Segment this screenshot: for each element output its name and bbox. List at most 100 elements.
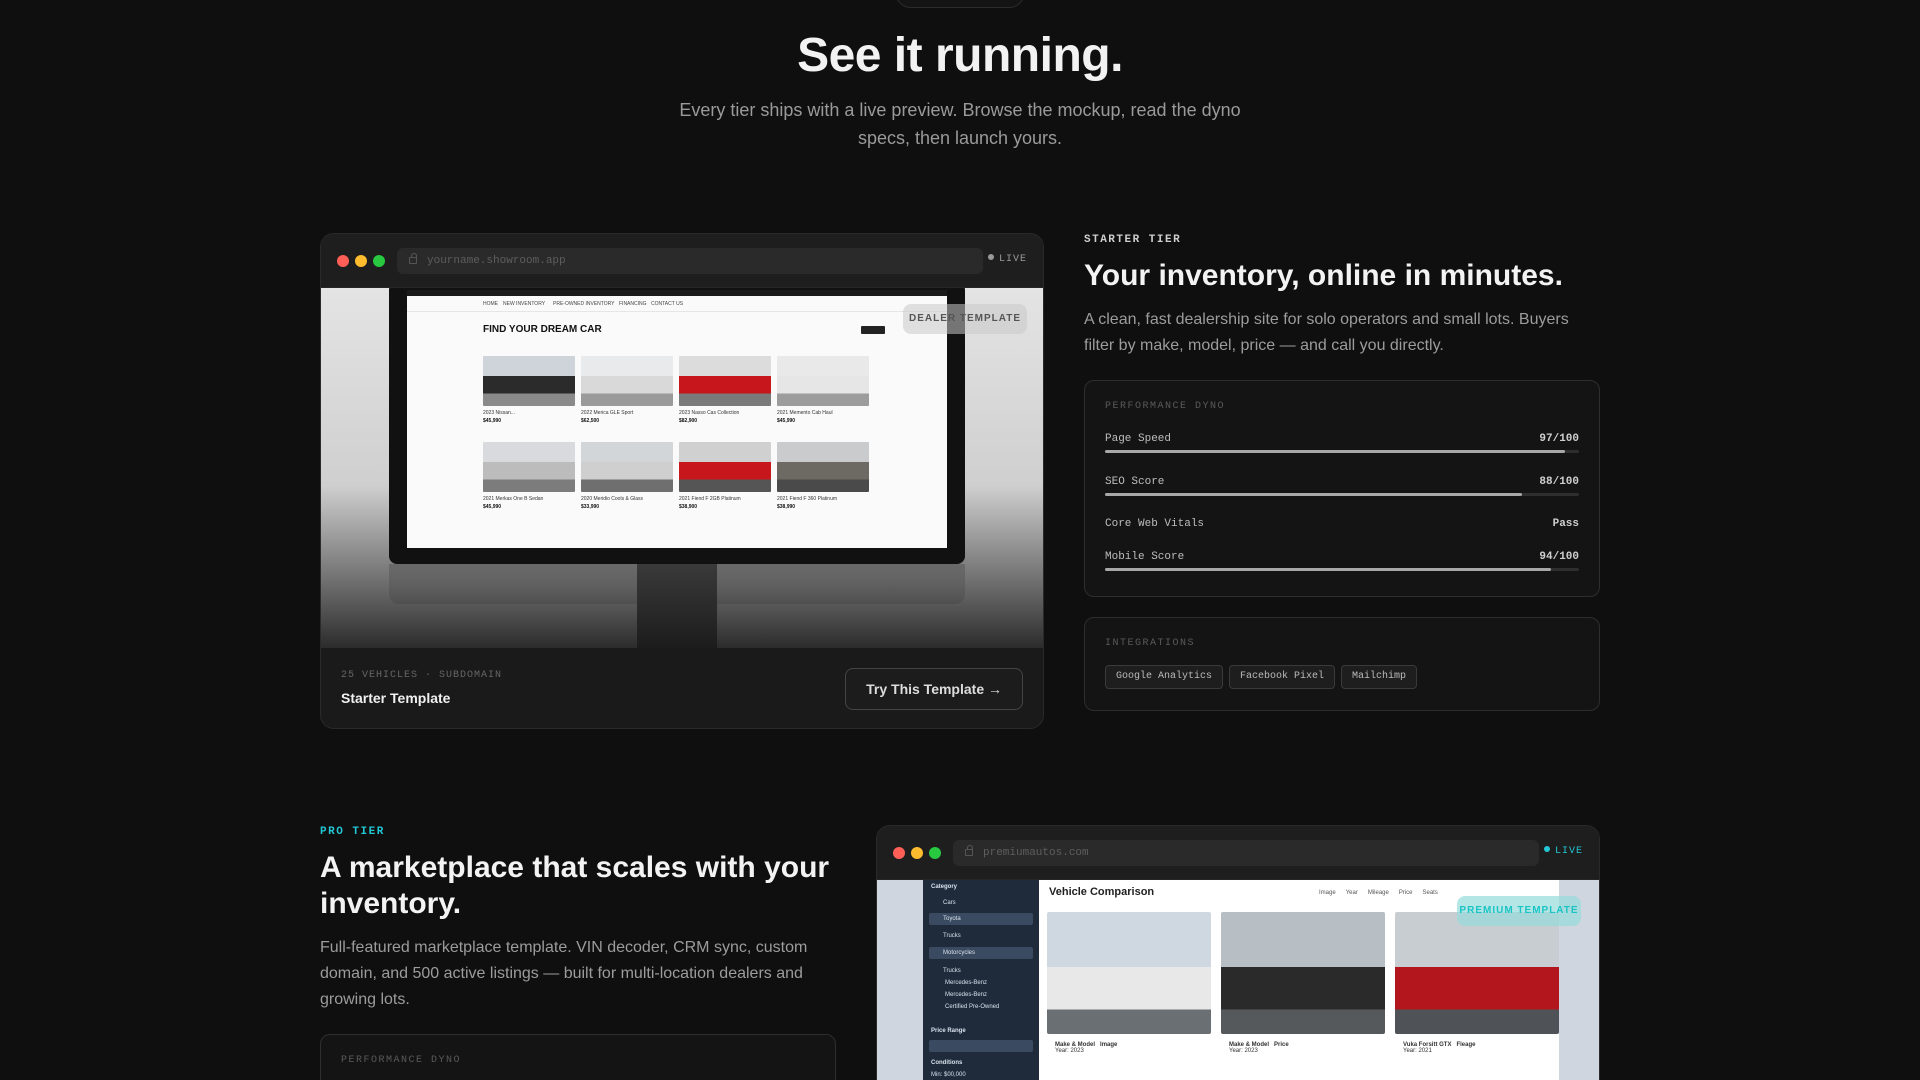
- monitor: HOME NEW INVENTORY PRE-OWNED INVENTORY F…: [389, 288, 965, 564]
- site-nav-item[interactable]: PRE-OWNED INVENTORY: [553, 301, 615, 307]
- site-nav-item[interactable]: NEW INVENTORY: [503, 301, 545, 307]
- spec-field: Fleage: [1456, 1042, 1476, 1048]
- metric-name: Page Speed: [1105, 433, 1172, 445]
- metric-name: SEO Score: [1105, 476, 1165, 488]
- car-listing[interactable]: 2023 Nissan... $45,990: [483, 356, 575, 440]
- pro-description: Full-featured marketplace template. VIN …: [320, 939, 808, 1008]
- sidebar-item[interactable]: Mercedes-Benz: [945, 992, 987, 998]
- maximize-dot-icon: [929, 847, 941, 859]
- url-text: yourname.showroom.app: [427, 255, 566, 267]
- car-image: [679, 442, 771, 492]
- site-nav-item[interactable]: FINANCING: [619, 301, 647, 307]
- car-name: 2021 Memento Cab Haul: [777, 410, 833, 416]
- compare-car-image: [1047, 912, 1211, 1034]
- car-name: 2022 Merica GLE Sport: [581, 410, 634, 416]
- sidebar-item[interactable]: Mercedes-Benz: [945, 980, 987, 986]
- starter-preview[interactable]: HOME NEW INVENTORY PRE-OWNED INVENTORY F…: [321, 288, 1043, 648]
- pro-tab[interactable]: Mileage: [1368, 890, 1389, 896]
- sidebar-item[interactable]: Trucks: [943, 968, 961, 974]
- metric-bar-fill: [1105, 493, 1523, 496]
- integration-chip: Google Analytics: [1105, 665, 1224, 689]
- car-image: [483, 356, 575, 406]
- car-image: [581, 442, 673, 492]
- car-listing[interactable]: 2023 Nasso Cas Collection $82,900: [679, 356, 771, 440]
- pro-tab[interactable]: Year: [1346, 890, 1358, 896]
- integration-chips: Google Analytics Facebook Pixel Mailchimp: [1105, 665, 1423, 689]
- lock-icon: [409, 253, 417, 264]
- sidebar-item[interactable]: Certified Pre-Owned: [945, 1004, 999, 1010]
- spec-field: Image: [1100, 1042, 1118, 1048]
- sidebar-item[interactable]: Cars: [943, 900, 956, 906]
- try-template-button[interactable]: Try This Template →: [845, 668, 1023, 710]
- car-name: 2023 Nasso Cas Collection: [679, 410, 740, 416]
- compare-spec: Make & Model Price Year: 2023: [1229, 1042, 1289, 1054]
- sidebar-item[interactable]: Toyota: [943, 916, 961, 922]
- car-price: $33,990: [581, 504, 600, 510]
- pro-heading: Vehicle Comparison: [1049, 886, 1155, 898]
- premium-template-badge: PREMIUM TEMPLATE: [1457, 896, 1581, 926]
- car-price: $45,990: [483, 418, 502, 424]
- minimize-dot-icon: [355, 255, 367, 267]
- site-nav-item[interactable]: CONTACT US: [651, 301, 683, 307]
- car-listing[interactable]: 2021 Merkas One B Sedan $45,990: [483, 442, 575, 526]
- site-cta-button[interactable]: [861, 326, 885, 334]
- compare-spec: Make & Model Image Year: 2023: [1055, 1042, 1117, 1054]
- compare-spec: Vuka Forsitt GTX Fleage Year: 2021: [1403, 1042, 1475, 1054]
- live-label: LIVE: [998, 254, 1027, 265]
- live-dot-icon: [987, 254, 994, 260]
- metric-value: Pass: [1552, 518, 1579, 530]
- car-image: [777, 442, 869, 492]
- car-image: [483, 442, 575, 492]
- car-listing[interactable]: 2021 Memento Cab Haul $45,990: [777, 356, 869, 440]
- card-footer: 25 VEHICLES · SUBDOMAIN Starter Template…: [321, 648, 1043, 728]
- car-listing[interactable]: 2022 Merica GLE Sport $62,500: [581, 356, 673, 440]
- spec-field: Price: [1274, 1042, 1289, 1048]
- live-indicator: LIVE: [1543, 846, 1583, 857]
- site-heading: FIND YOUR DREAM CAR: [483, 324, 602, 335]
- maximize-dot-icon: [373, 255, 385, 267]
- compare-car-image: [1221, 912, 1385, 1034]
- starter-preview-card: yourname.showroom.app LIVE HOME NEW INVE…: [320, 233, 1044, 729]
- minimize-dot-icon: [911, 847, 923, 859]
- template-meta: 25 VEHICLES · SUBDOMAIN: [341, 670, 503, 681]
- monitor-stand: [637, 564, 717, 648]
- car-listing[interactable]: 2021 Fiend F 2GB Platinum $38,900: [679, 442, 771, 526]
- car-name: 2020 Meridio Cools & Glass: [581, 496, 643, 502]
- template-name: Starter Template: [341, 690, 451, 706]
- pro-tab[interactable]: Seats: [1423, 890, 1438, 896]
- spec-year: Year: 2023: [1229, 1048, 1258, 1054]
- integration-chip: Facebook Pixel: [1229, 665, 1336, 689]
- sidebar-item[interactable]: Motorcycles: [943, 950, 975, 956]
- sidebar-item: Price Range: [931, 1028, 966, 1034]
- metric-bar: [1105, 493, 1579, 496]
- pro-dyno-label: PERFORMANCE DYNO: [341, 1055, 462, 1066]
- template-badge: DEALER TEMPLATE: [903, 304, 1027, 334]
- metric-bar-fill: [1105, 450, 1565, 453]
- starter-tier-label: STARTER TIER: [1084, 234, 1182, 246]
- integrations-panel: INTEGRATIONS Google Analytics Facebook Pi…: [1084, 617, 1600, 711]
- car-price: $62,500: [581, 418, 600, 424]
- site-nav-item[interactable]: HOME: [483, 301, 498, 307]
- url-bar[interactable]: yourname.showroom.app: [397, 248, 983, 274]
- url-bar[interactable]: premiumautos.com: [953, 840, 1539, 866]
- sidebar-row: [929, 1040, 1033, 1052]
- metric-page-speed: Page Speed 97/100: [1105, 433, 1579, 463]
- car-image: [679, 356, 771, 406]
- metric-value: 94/100: [1539, 551, 1579, 563]
- pro-preview[interactable]: Category Cars Toyota Trucks Motorcycles …: [877, 880, 1599, 1080]
- car-price: $45,990: [483, 504, 502, 510]
- car-name: 2021 Merkas One B Sedan: [483, 496, 544, 502]
- browser-chrome: premiumautos.com LIVE: [877, 826, 1599, 880]
- pro-tab[interactable]: Image: [1319, 890, 1336, 896]
- pro-tab[interactable]: Price: [1399, 890, 1413, 896]
- browser-chrome: yourname.showroom.app LIVE: [321, 234, 1043, 288]
- metric-mobile-score: Mobile Score 94/100: [1105, 551, 1579, 581]
- car-listing[interactable]: 2021 Fiend F 360 Platinum $38,990: [777, 442, 869, 526]
- page-subtitle: Every tier ships with a live preview. Br…: [679, 100, 1241, 148]
- metric-name: Mobile Score: [1105, 551, 1185, 563]
- close-dot-icon: [893, 847, 905, 859]
- page-title: See it running.: [797, 29, 1123, 82]
- sidebar-item[interactable]: Trucks: [943, 933, 961, 939]
- car-listing[interactable]: 2020 Meridio Cools & Glass $33,990: [581, 442, 673, 526]
- close-dot-icon: [337, 255, 349, 267]
